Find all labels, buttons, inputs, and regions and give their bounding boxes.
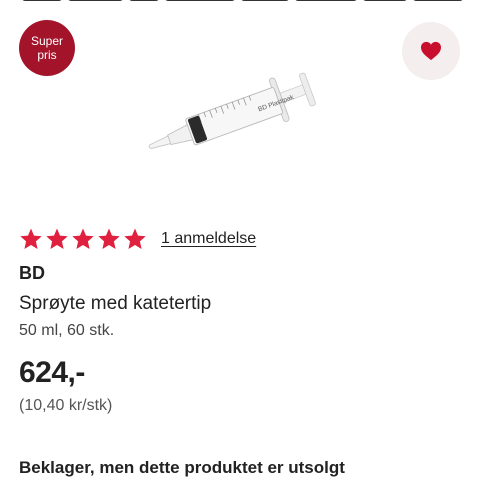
product-image: BD Plastipak xyxy=(148,72,316,149)
cropped-text-line xyxy=(0,0,480,3)
product-brand: BD xyxy=(19,263,45,283)
product-name: Sprøyte med katetertip xyxy=(19,293,212,314)
super-price-badge: Super pris xyxy=(19,20,75,76)
star-icon xyxy=(46,228,68,249)
rating-stars xyxy=(19,227,147,251)
badge-line-1: Super xyxy=(30,34,64,48)
heart-icon xyxy=(421,41,441,61)
favorite-button[interactable] xyxy=(402,22,460,80)
product-variant: 50 ml, 60 stk. xyxy=(19,322,115,339)
rating-row: 1 anmeldelse xyxy=(19,227,256,251)
reviews-link[interactable]: 1 anmeldelse xyxy=(161,230,256,248)
star-icon xyxy=(98,228,120,249)
star-icon xyxy=(20,228,42,249)
star-icon xyxy=(72,228,94,249)
badge-line-2: pris xyxy=(37,48,57,62)
sold-out-message: Beklager, men dette produktet er utsolgt xyxy=(19,458,345,477)
unit-price: (10,40 kr/stk) xyxy=(19,397,113,414)
star-icon xyxy=(124,228,146,249)
product-price: 624,- xyxy=(19,356,85,389)
